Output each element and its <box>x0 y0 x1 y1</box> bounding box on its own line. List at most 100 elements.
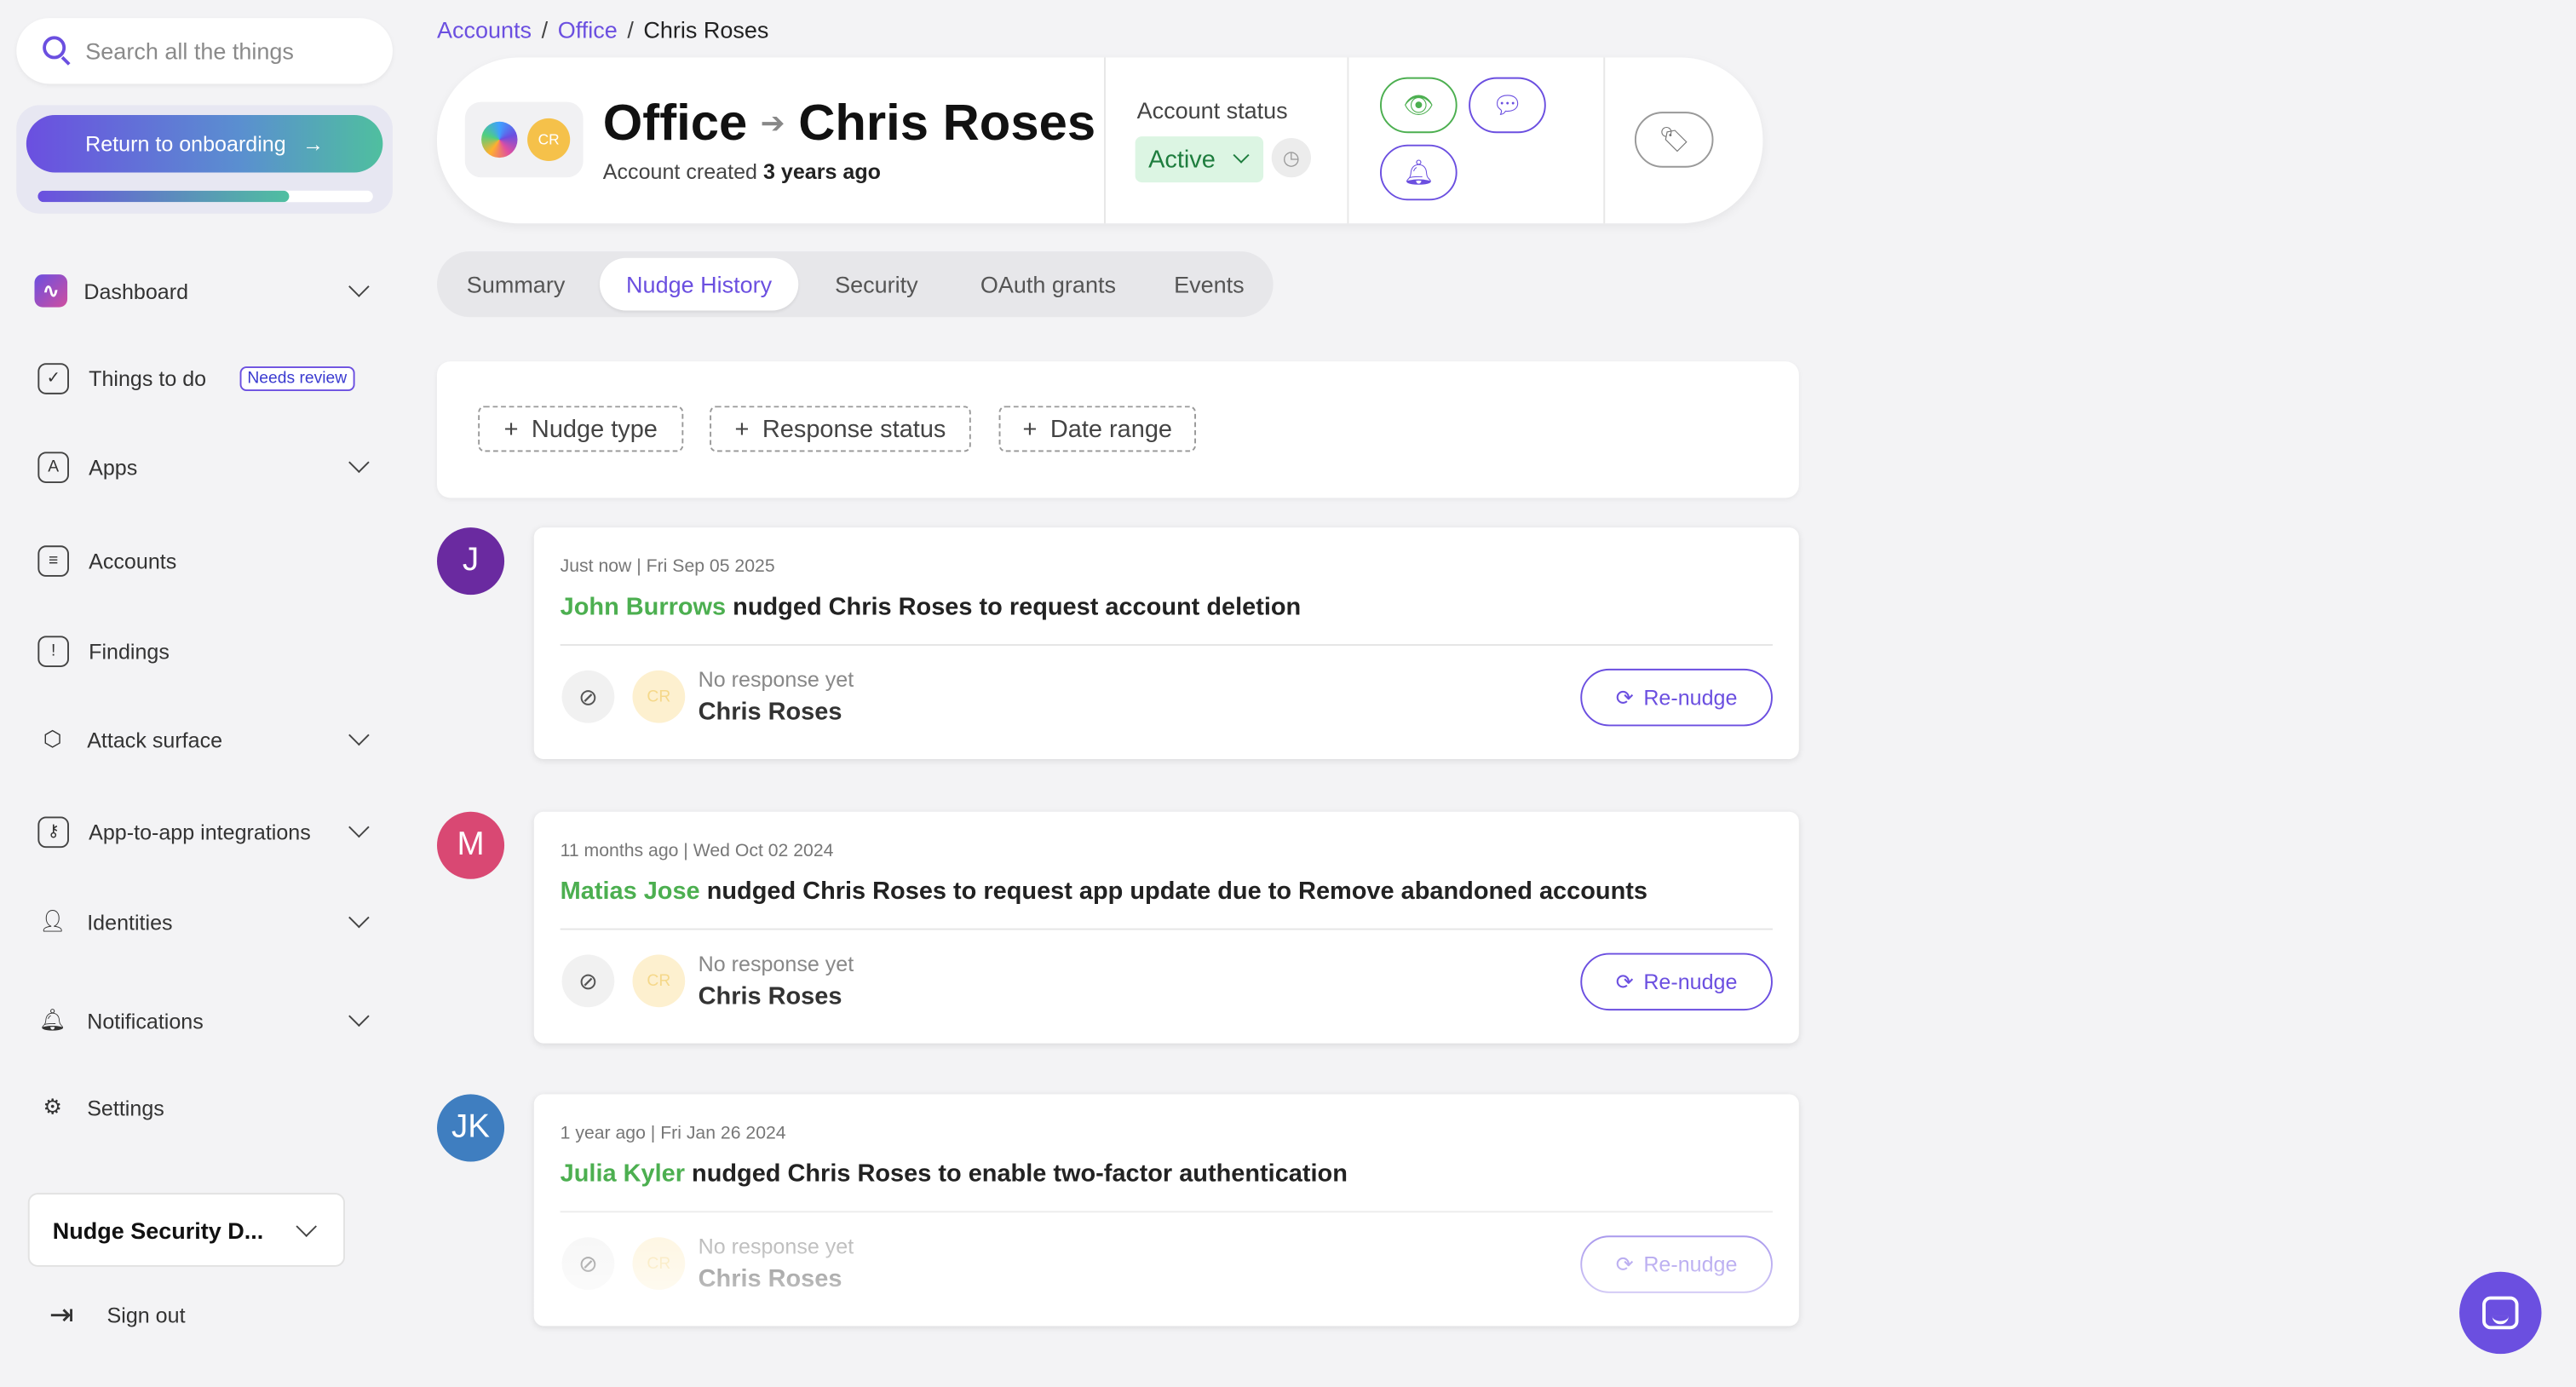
nudge-actor[interactable]: Julia Kyler <box>561 1160 685 1188</box>
tag-icon[interactable]: 🏷︎ <box>1634 112 1714 168</box>
filter-date-range[interactable]: + Date range <box>998 406 1196 452</box>
sidebar-item-identities[interactable]: 👤︎ Identities <box>34 899 372 945</box>
tab-label: Events <box>1174 271 1245 298</box>
chevron-down-icon[interactable] <box>348 452 370 474</box>
breadcrumb-office[interactable]: Office <box>558 16 618 43</box>
apps-icon: A <box>37 451 69 483</box>
sidebar-item-label: Apps <box>89 454 138 480</box>
account-status-dropdown[interactable]: Active <box>1135 136 1264 183</box>
chevron-down-icon <box>1233 147 1250 164</box>
sidebar-item-attack-surface[interactable]: ⬡ Attack surface <box>34 717 372 763</box>
divider <box>1103 57 1106 224</box>
sign-out-button[interactable]: ⇥ Sign out <box>49 1298 186 1333</box>
nudge-card: 1 year ago | Fri Jan 26 2024 Julia Kyler… <box>533 1094 1799 1327</box>
avatar: CR <box>632 670 686 723</box>
tab-summary[interactable]: Summary <box>450 258 581 311</box>
nudge-actor[interactable]: Matias Jose <box>561 878 700 906</box>
filter-label: Nudge type <box>531 414 658 443</box>
breadcrumb-accounts[interactable]: Accounts <box>437 16 532 43</box>
avatar: CR <box>632 954 686 1008</box>
filter-nudge-type[interactable]: + Nudge type <box>478 406 684 452</box>
response-status: No response yet <box>698 1234 854 1259</box>
tab-events[interactable]: Events <box>1157 258 1262 311</box>
nudge-card: Just now | Fri Sep 05 2025 John Burrows … <box>533 527 1799 759</box>
refresh-icon: ⟳ <box>1615 968 1634 993</box>
gear-icon: ⚙ <box>43 1094 62 1119</box>
breadcrumb: Accounts / Office / Chris Roses <box>436 16 769 43</box>
user-icon: 👤︎ <box>38 908 66 934</box>
avatar: J <box>436 527 505 596</box>
tab-label: Security <box>835 271 918 298</box>
filter-response-status[interactable]: + Response status <box>710 406 971 452</box>
nudge-action: nudged Chris Roses to enable two-factor … <box>692 1160 1348 1188</box>
app-logo: CR <box>464 101 584 178</box>
sidebar-item-findings[interactable]: ! Findings <box>34 628 372 674</box>
nudge-actor[interactable]: John Burrows <box>561 593 726 621</box>
nudge-message: Julia Kyler nudged Chris Roses to enable… <box>561 1160 1348 1188</box>
re-nudge-button[interactable]: ⟳ Re-nudge <box>1580 952 1773 1011</box>
divider <box>560 928 1773 930</box>
clock-icon[interactable]: ◷ <box>1271 137 1311 178</box>
chevron-down-icon[interactable] <box>348 1005 370 1027</box>
divider <box>1347 57 1349 224</box>
nudge-message: John Burrows nudged Chris Roses to reque… <box>561 593 1302 621</box>
onboarding-button-label: Return to onboarding <box>85 131 286 157</box>
refresh-icon: ⟳ <box>1615 1251 1634 1276</box>
re-nudge-label: Re-nudge <box>1643 969 1738 994</box>
nudge-action: nudged Chris Roses to request account de… <box>733 593 1302 621</box>
avatar: CR <box>632 1237 686 1290</box>
plus-icon: + <box>1022 414 1038 443</box>
needs-review-badge: Needs review <box>239 365 355 391</box>
tab-nudge-history[interactable]: Nudge History <box>599 257 799 311</box>
return-to-onboarding-button[interactable]: Return to onboarding → <box>26 114 383 173</box>
response-status: No response yet <box>698 951 854 976</box>
chevron-down-icon[interactable] <box>348 276 370 297</box>
nudge-chat-icon[interactable]: 💬︎ <box>1469 77 1546 134</box>
tab-oauth-grants[interactable]: OAuth grants <box>959 258 1136 311</box>
eye-icon[interactable]: 👁︎ <box>1379 77 1458 134</box>
sidebar-item-settings[interactable]: ⚙ Settings <box>34 1085 372 1131</box>
nudge-date: 11 months ago | Wed Oct 02 2024 <box>560 841 834 861</box>
re-nudge-button[interactable]: ⟳ Re-nudge <box>1580 1235 1773 1293</box>
chat-icon <box>2482 1296 2519 1330</box>
response-target: Chris Roses <box>698 982 842 1011</box>
sign-out-icon: ⇥ <box>49 1298 74 1332</box>
chevron-down-icon[interactable] <box>348 724 370 746</box>
app-root: Return to onboarding → ∿ Dashboard ✓ Thi… <box>0 0 2576 1387</box>
avatar: CR <box>527 118 571 161</box>
sidebar-item-notifications[interactable]: 🔔︎ Notifications <box>34 998 372 1044</box>
account-header: CR Office ➔ Chris Roses Account created … <box>436 57 1763 224</box>
shield-icon: ⬡ <box>43 726 62 751</box>
search-input[interactable] <box>82 36 385 66</box>
re-nudge-label: Re-nudge <box>1643 1252 1738 1277</box>
re-nudge-button[interactable]: ⟳ Re-nudge <box>1580 668 1773 727</box>
sidebar-item-accounts[interactable]: ≡ Accounts <box>34 538 372 584</box>
sidebar-item-label: Things to do <box>89 365 207 391</box>
sidebar-item-label: App-to-app integrations <box>89 819 311 844</box>
sidebar-item-things-to-do[interactable]: ✓ Things to do Needs review <box>34 355 372 401</box>
sidebar-item-dashboard[interactable]: ∿ Dashboard <box>34 268 372 314</box>
response-status: No response yet <box>698 666 854 692</box>
nudge-message: Matias Jose nudged Chris Roses to reques… <box>561 878 1647 906</box>
page-title: Office ➔ Chris Roses <box>603 94 1095 153</box>
avatar: M <box>436 811 505 879</box>
tab-security[interactable]: Security <box>815 258 939 311</box>
bell-icon[interactable]: 🔔︎ <box>1379 144 1458 201</box>
tab-bar: Summary Nudge History Security OAuth gra… <box>436 251 1274 318</box>
account-status-label: Account status <box>1136 96 1288 124</box>
onboarding-panel: Return to onboarding → <box>16 105 393 214</box>
search-bar[interactable] <box>16 18 393 84</box>
chat-launcher-button[interactable] <box>2459 1271 2542 1355</box>
chevron-down-icon[interactable] <box>348 816 370 838</box>
sidebar-item-app-to-app[interactable]: ⚷ App-to-app integrations <box>34 809 372 855</box>
status-badge: Active <box>1148 145 1216 174</box>
arrow-right-icon: ➔ <box>760 106 785 139</box>
filter-label: Response status <box>762 414 946 443</box>
divider <box>560 1211 1773 1213</box>
chevron-down-icon[interactable] <box>348 906 370 929</box>
bell-icon: 🔔︎ <box>38 1007 66 1033</box>
divider <box>560 643 1773 646</box>
sidebar-item-apps[interactable]: A Apps <box>34 444 372 490</box>
sidebar-item-label: Attack surface <box>87 727 223 752</box>
workspace-selector[interactable]: Nudge Security D... <box>27 1193 345 1267</box>
